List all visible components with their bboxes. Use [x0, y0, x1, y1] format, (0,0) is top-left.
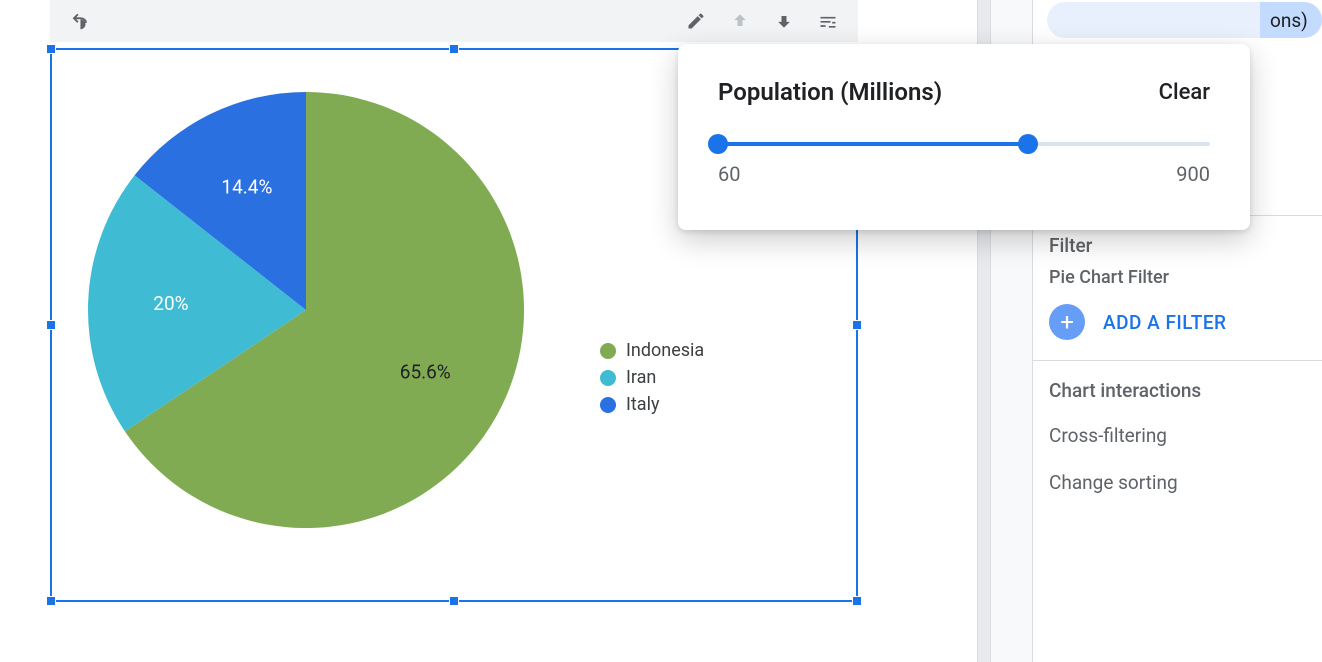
plus-icon: + [1049, 304, 1085, 340]
tune-icon [818, 11, 838, 31]
legend-label: Italy [626, 394, 659, 415]
undo-icon [69, 10, 91, 32]
resize-handle-tl[interactable] [46, 44, 56, 54]
slider-thumb-min[interactable] [708, 134, 728, 154]
interactions-title: Chart interactions [1049, 379, 1306, 402]
undo-button[interactable] [62, 3, 98, 39]
option-change-sorting[interactable]: Change sorting [1049, 459, 1306, 506]
metric-chip-suffix: ons) [1260, 2, 1322, 38]
edit-button[interactable] [678, 3, 714, 39]
legend-label: Indonesia [626, 340, 704, 361]
interactions-section: Chart interactions Cross-filtering Chang… [1033, 361, 1322, 526]
resize-handle-l[interactable] [46, 320, 56, 330]
pie-label-italy: 14.4% [221, 175, 272, 198]
legend-swatch [600, 370, 616, 386]
resize-handle-r[interactable] [852, 320, 862, 330]
filter-section-title: Filter [1049, 234, 1306, 257]
resize-handle-t[interactable] [449, 44, 459, 54]
pencil-icon [686, 11, 706, 31]
metric-chip-left [1047, 2, 1272, 38]
legend-item-indonesia[interactable]: Indonesia [600, 340, 704, 361]
metric-chip[interactable]: ons) [1047, 0, 1322, 40]
add-filter-button[interactable]: + ADD A FILTER [1049, 304, 1306, 340]
move-up-button[interactable] [722, 3, 758, 39]
arrow-down-icon [774, 11, 794, 31]
legend-label: Iran [626, 367, 656, 388]
tune-button[interactable] [810, 3, 846, 39]
pie-label-iran: 20% [153, 292, 188, 315]
slider-min-label: 60 [718, 162, 740, 186]
card-toolbar [50, 0, 858, 42]
pie-label-indonesia: 65.6% [400, 361, 451, 384]
chart-legend: Indonesia Iran Italy [600, 340, 704, 421]
resize-handle-br[interactable] [852, 596, 862, 606]
legend-swatch [600, 397, 616, 413]
filter-popover: Population (Millions) Clear 60 900 [678, 44, 1250, 230]
range-slider[interactable] [718, 134, 1210, 154]
slider-max-label: 900 [1176, 162, 1210, 186]
move-down-button[interactable] [766, 3, 802, 39]
clear-button[interactable]: Clear [1159, 80, 1210, 105]
resize-handle-bl[interactable] [46, 596, 56, 606]
filter-section: Filter Pie Chart Filter + ADD A FILTER [1033, 216, 1322, 360]
popover-title: Population (Millions) [718, 78, 942, 106]
pie-chart: 65.6% 20% 14.4% [66, 70, 546, 550]
slider-track-fill [718, 142, 1028, 146]
filter-section-subtitle: Pie Chart Filter [1049, 267, 1306, 288]
legend-item-iran[interactable]: Iran [600, 367, 704, 388]
resize-handle-b[interactable] [449, 596, 459, 606]
legend-swatch [600, 343, 616, 359]
slider-thumb-max[interactable] [1018, 134, 1038, 154]
legend-item-italy[interactable]: Italy [600, 394, 704, 415]
option-cross-filtering[interactable]: Cross-filtering [1049, 412, 1306, 459]
arrow-up-icon [730, 11, 750, 31]
add-filter-label: ADD A FILTER [1103, 311, 1227, 334]
